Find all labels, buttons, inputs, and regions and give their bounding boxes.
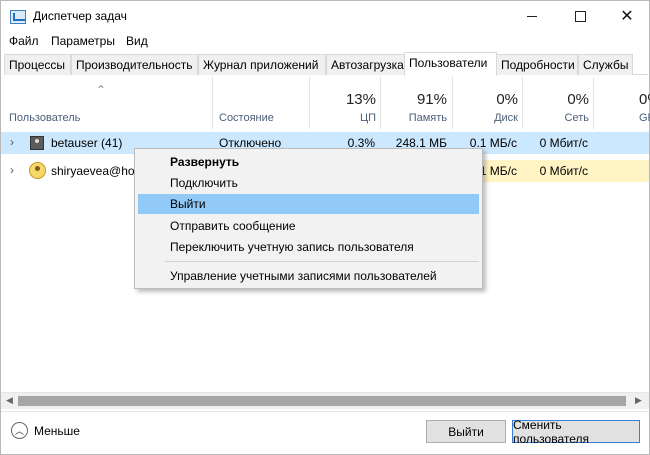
gpu-label: GPU [639, 112, 650, 124]
memory-label: Память [408, 112, 447, 124]
scroll-right-icon[interactable]: ▶ [635, 395, 642, 406]
tab-performance[interactable]: Производительность [71, 54, 198, 75]
menu-item-switch-account[interactable]: Переключить учетную запись пользователя [138, 237, 479, 257]
fewer-details-label: Меньше [34, 423, 80, 438]
close-button[interactable]: ✕ [604, 1, 650, 32]
sort-up-icon: ⌃ [96, 83, 107, 97]
menu-item-manage-accounts[interactable]: Управление учетными записями пользовател… [138, 266, 479, 286]
scrollbar-thumb[interactable] [18, 396, 626, 406]
status-column-label: Состояние [219, 112, 274, 124]
window-title: Диспетчер задач [33, 9, 127, 23]
user-avatar-icon [30, 136, 44, 150]
menu-item-send-message[interactable]: Отправить сообщение [138, 216, 479, 236]
gpu-percent: 0% [639, 91, 650, 108]
title-bar: Диспетчер задач ✕ [1, 1, 649, 32]
task-manager-window: Диспетчер задач ✕ Файл Параметры Вид Про… [0, 0, 650, 455]
minimize-button[interactable] [509, 1, 555, 32]
user-network: 0 Мбит/с [539, 136, 588, 150]
tab-services[interactable]: Службы [578, 54, 633, 75]
menu-separator [165, 261, 479, 262]
maximize-icon [574, 11, 586, 22]
context-menu: Развернуть Подключить Выйти Отправить со… [134, 148, 483, 289]
chevron-up-icon: ︿ [11, 422, 28, 439]
chevron-right-icon[interactable]: › [10, 163, 14, 177]
tab-processes[interactable]: Процессы [4, 54, 71, 75]
network-percent: 0% [567, 91, 589, 108]
fewer-details-toggle[interactable]: ︿ Меньше [11, 422, 80, 439]
tab-app-history[interactable]: Журнал приложений [198, 54, 326, 75]
task-manager-icon [10, 10, 26, 24]
network-label: Сеть [564, 112, 589, 124]
tab-strip: Процессы Производительность Журнал прило… [4, 52, 648, 76]
menu-item-sign-out[interactable]: Выйти [138, 194, 479, 214]
close-icon: ✕ [620, 7, 634, 25]
cpu-label: ЦП [359, 112, 376, 124]
menu-file[interactable]: Файл [9, 34, 39, 48]
user-avatar-icon [29, 162, 46, 179]
chevron-right-icon[interactable]: › [10, 135, 14, 149]
sign-out-button[interactable]: Выйти [426, 420, 506, 443]
memory-percent: 91% [416, 91, 447, 108]
menu-view[interactable]: Вид [126, 34, 148, 48]
minimize-icon [527, 16, 537, 17]
disk-label: Диск [494, 112, 518, 124]
tab-details[interactable]: Подробности [496, 54, 578, 75]
horizontal-scrollbar[interactable]: ◀ ▶ [1, 392, 649, 409]
user-network: 0 Мбит/с [523, 160, 594, 182]
cpu-percent: 13% [345, 91, 376, 108]
tab-startup[interactable]: Автозагрузка [326, 54, 405, 75]
maximize-button[interactable] [557, 1, 603, 32]
user-name: shiryaevea@hot [51, 164, 138, 178]
tab-users[interactable]: Пользователи [404, 52, 497, 76]
user-name: betauser (41) [51, 136, 123, 150]
footer-divider [1, 411, 649, 412]
disk-percent: 0% [496, 91, 518, 108]
menu-item-connect[interactable]: Подключить [138, 173, 479, 193]
scroll-left-icon[interactable]: ◀ [6, 395, 13, 406]
switch-user-button[interactable]: Сменить пользователя [512, 418, 640, 446]
menu-item-expand[interactable]: Развернуть [138, 152, 479, 172]
menu-options[interactable]: Параметры [51, 34, 115, 48]
user-column-label: Пользователь [9, 112, 81, 124]
user-gpu-bg [594, 160, 649, 182]
